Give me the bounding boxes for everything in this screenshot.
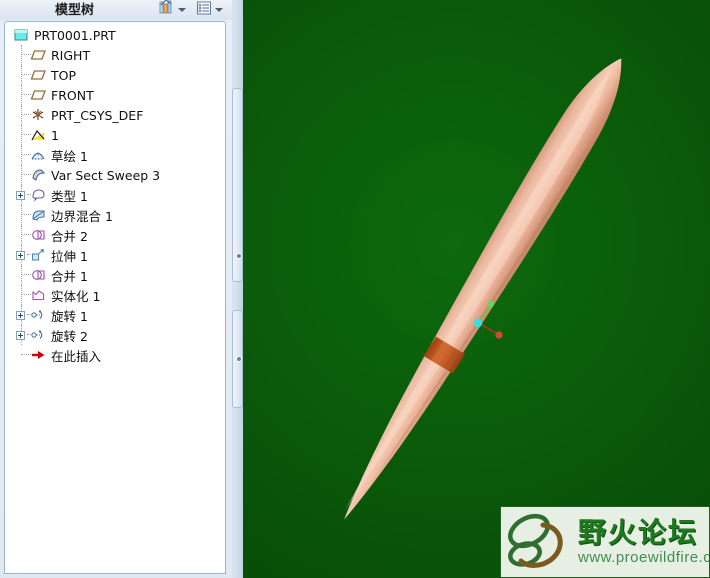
tree-item-front-plane[interactable]: FRONT <box>5 85 225 105</box>
revolve-icon <box>30 307 47 323</box>
part-icon <box>13 27 30 43</box>
tree-item-label: 实体化 1 <box>51 288 101 304</box>
tree-item-label: 草绘 1 <box>51 148 88 164</box>
watermark-title: 野火论坛 <box>578 516 699 550</box>
expand-toggle[interactable] <box>16 331 25 340</box>
filter-settings-icon <box>158 0 175 21</box>
tree-item-label: RIGHT <box>51 47 91 63</box>
model-tree-list-frame: PRT0001.PRT RIGHT TOP FRONT PRT_CSYS_DEF… <box>4 21 226 574</box>
origin-handle[interactable] <box>473 318 483 328</box>
tree-item-extrude[interactable]: 拉伸 1 <box>5 245 225 265</box>
tree-item-top-plane[interactable]: TOP <box>5 65 225 85</box>
tree-item-label: PRT_CSYS_DEF <box>51 107 144 123</box>
tree-item-revolve-2[interactable]: 旋转 2 <box>5 325 225 345</box>
tree-item-right-plane[interactable]: RIGHT <box>5 45 225 65</box>
tree-item-label: FRONT <box>51 87 94 103</box>
tree-item-label: 旋转 2 <box>51 328 88 344</box>
tree-item-insert-here[interactable]: 在此插入 <box>5 345 225 365</box>
expand-toggle[interactable] <box>16 251 25 260</box>
tree-item-label: 合并 1 <box>51 268 88 284</box>
coord-system-icon <box>30 107 47 123</box>
pen-highlight <box>344 70 611 511</box>
extrude-icon <box>30 247 47 263</box>
tree-item-datum-curve[interactable]: 1 <box>5 125 225 145</box>
sketch-icon <box>30 147 47 163</box>
merge-icon <box>30 267 47 283</box>
tree-item-label: PRT0001.PRT <box>34 27 116 43</box>
tree-item-coord-system[interactable]: PRT_CSYS_DEF <box>5 105 225 125</box>
datum-curve-icon <box>30 127 47 143</box>
tree-item-label: 边界混合 1 <box>51 208 113 224</box>
insert-here-icon <box>30 347 47 363</box>
tree-item-label: 1 <box>51 127 59 143</box>
expand-toggle[interactable] <box>16 191 25 200</box>
splitter-grip-dot <box>237 254 241 258</box>
tree-item-merge-2[interactable]: 合并 2 <box>5 225 225 245</box>
tree-item-var-sect-sweep[interactable]: Var Sect Sweep 3 <box>5 165 225 185</box>
tree-item-part[interactable]: PRT0001.PRT <box>5 25 225 45</box>
application-window: 模型树 PRT0001.PRT RIGHT TOP FRONT PRT_CSYS… <box>0 0 710 578</box>
datum-plane-icon <box>30 87 47 103</box>
pen-model-3d[interactable] <box>243 0 710 578</box>
splitter-grip-lower[interactable] <box>232 310 243 408</box>
page-title: 模型树 <box>55 3 95 18</box>
tree-item-boundary-blend[interactable]: 边界混合 1 <box>5 205 225 225</box>
datum-plane-icon <box>30 67 47 83</box>
tree-item-label: 旋转 1 <box>51 308 88 324</box>
tree-item-revolve-1[interactable]: 旋转 1 <box>5 305 225 325</box>
tree-item-label: 类型 1 <box>51 188 88 204</box>
panel-splitter[interactable] <box>232 0 243 578</box>
chevron-down-icon[interactable] <box>178 8 186 12</box>
tree-item-merge-1[interactable]: 合并 1 <box>5 265 225 285</box>
var-sect-sweep-icon <box>30 167 47 183</box>
graphics-viewport[interactable]: 野火论坛 www.proewildfire.cn <box>243 0 710 578</box>
tree-item-label: TOP <box>51 67 77 83</box>
y-axis-handle[interactable] <box>487 300 495 308</box>
boundary-blend-icon <box>30 207 47 223</box>
model-tree-header: 模型树 <box>0 0 232 20</box>
tree-item-label: 合并 2 <box>51 228 88 244</box>
watermark-logo: 野火论坛 www.proewildfire.cn <box>500 506 710 578</box>
pen-body-group <box>344 58 622 520</box>
merge-icon <box>30 227 47 243</box>
chevron-down-icon[interactable] <box>215 8 223 12</box>
tree-item-label: 在此插入 <box>51 348 102 364</box>
tree-item-label: Var Sect Sweep 3 <box>51 167 161 183</box>
tree-item-type-surface[interactable]: 类型 1 <box>5 185 225 205</box>
datum-plane-icon <box>30 47 47 63</box>
x-axis-handle[interactable] <box>495 331 503 339</box>
model-tree-panel: 模型树 PRT0001.PRT RIGHT TOP FRONT PRT_CSYS… <box>0 0 232 578</box>
splitter-grip-upper[interactable] <box>232 88 243 282</box>
tree-item-sketch[interactable]: 草绘 1 <box>5 145 225 165</box>
solidify-icon <box>30 287 47 303</box>
expand-toggle[interactable] <box>16 311 25 320</box>
type-surface-icon <box>30 187 47 203</box>
tree-item-solidify[interactable]: 实体化 1 <box>5 285 225 305</box>
tree-item-label: 拉伸 1 <box>51 248 88 264</box>
splitter-grip-dot <box>237 357 241 361</box>
tree-columns-button[interactable] <box>196 1 223 19</box>
watermark-text: 野火论坛 www.proewildfire.cn <box>578 516 710 566</box>
watermark-url: www.proewildfire.cn <box>578 548 710 566</box>
model-tree-list[interactable]: PRT0001.PRT RIGHT TOP FRONT PRT_CSYS_DEF… <box>5 25 225 365</box>
filter-settings-button[interactable] <box>158 0 186 21</box>
butterfly-leaf-logo-icon <box>508 513 563 568</box>
tree-columns-icon <box>196 0 212 21</box>
revolve-icon <box>30 327 47 343</box>
